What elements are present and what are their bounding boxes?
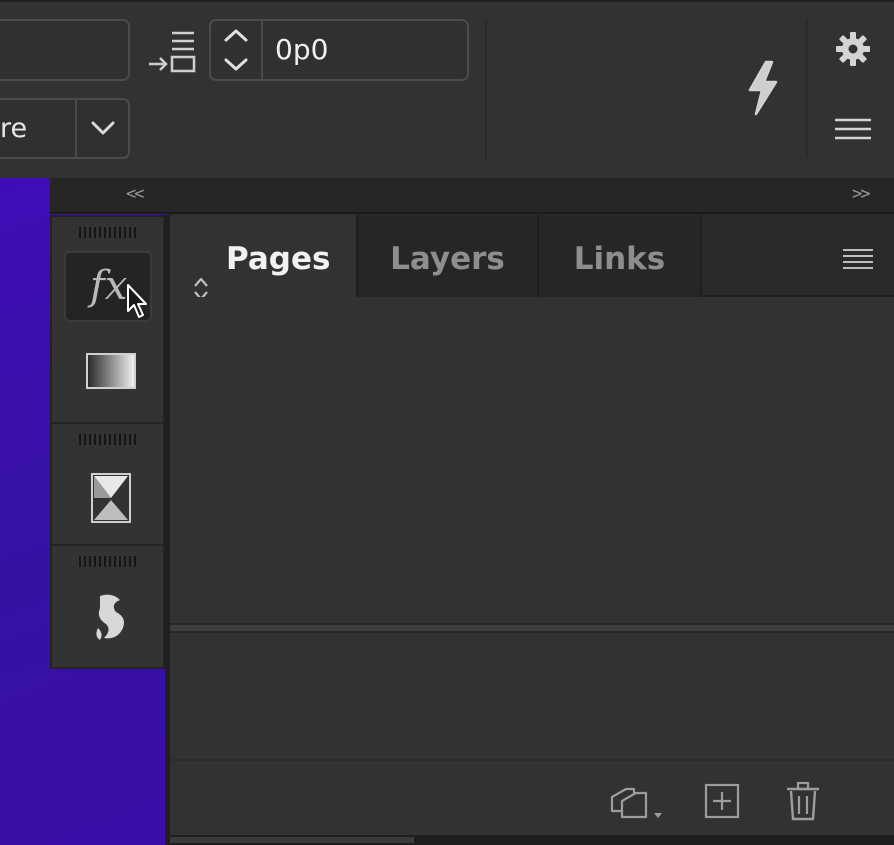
collapse-left-button[interactable]: << — [126, 184, 145, 204]
font-style-field[interactable] — [0, 19, 130, 81]
stepper-arrows[interactable] — [211, 21, 261, 79]
scrollbar-thumb[interactable] — [170, 837, 414, 843]
stepper-divider — [261, 21, 263, 79]
trash-icon[interactable] — [784, 781, 822, 821]
panel-menu-icon[interactable] — [842, 248, 874, 270]
font-family-select[interactable]: re — [0, 98, 130, 159]
tab-layers-label: Layers — [390, 241, 505, 277]
panel-scrollbar[interactable] — [170, 835, 894, 845]
sort-icon[interactable] — [192, 248, 210, 301]
collapse-right-button[interactable]: >> — [852, 184, 871, 204]
dock-header: << >> — [50, 178, 894, 214]
panel-bottom-bar — [170, 759, 894, 835]
select-divider — [75, 100, 77, 157]
fx-icon: fx — [90, 263, 128, 309]
spacing-value[interactable]: 0p0 — [275, 21, 328, 79]
gradient-icon[interactable] — [86, 353, 136, 389]
panel-splitter[interactable] — [170, 623, 894, 633]
drag-grip[interactable] — [79, 227, 137, 238]
separator — [485, 20, 487, 158]
tab-links[interactable]: Links — [539, 215, 702, 297]
cursor-icon — [125, 283, 151, 321]
script-group — [50, 544, 165, 669]
script-icon[interactable] — [90, 590, 132, 642]
tab-pages[interactable]: Pages — [170, 215, 358, 301]
control-bar: re 0p0 — [0, 0, 894, 178]
pages-list-area[interactable] — [170, 297, 894, 623]
tab-layers[interactable]: Layers — [358, 215, 539, 297]
hamburger-icon[interactable] — [834, 116, 872, 142]
panel-tab-bar: Pages Layers Links — [170, 215, 894, 301]
pages-panel: Pages Layers Links — [170, 215, 894, 845]
drag-grip[interactable] — [79, 556, 137, 567]
drag-grip[interactable] — [79, 434, 137, 445]
new-page-icon[interactable] — [704, 783, 740, 819]
lightning-icon[interactable] — [742, 60, 784, 116]
links-group — [50, 422, 165, 546]
gear-icon[interactable] — [834, 30, 872, 68]
spacing-stepper[interactable]: 0p0 — [209, 19, 469, 81]
hourglass-icon[interactable] — [90, 472, 132, 524]
masters-area[interactable] — [170, 633, 894, 759]
indent-icon — [146, 30, 198, 76]
chevron-down-icon[interactable] — [78, 100, 128, 157]
separator — [806, 20, 808, 158]
font-family-value: re — [0, 113, 28, 144]
tab-links-label: Links — [573, 241, 666, 277]
tab-pages-label: Pages — [226, 241, 331, 277]
page-size-icon[interactable] — [608, 783, 666, 821]
